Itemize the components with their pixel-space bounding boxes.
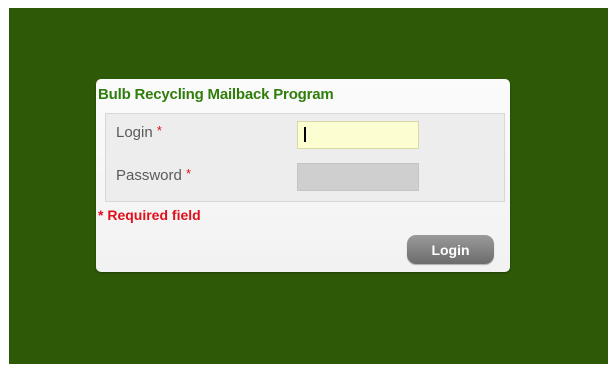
password-input[interactable] — [297, 163, 419, 191]
password-label-text: Password — [116, 167, 182, 184]
login-input[interactable] — [297, 121, 419, 149]
login-button[interactable]: Login — [407, 235, 494, 264]
login-card: Bulb Recycling Mailback Program Login * … — [96, 79, 510, 272]
page-background: Bulb Recycling Mailback Program Login * … — [9, 8, 608, 364]
login-fields-box: Login * Password * — [105, 113, 505, 202]
password-label: Password * — [116, 166, 191, 184]
required-field-note: * Required field — [98, 207, 201, 223]
login-required-marker: * — [156, 123, 162, 138]
password-required-marker: * — [186, 166, 192, 181]
login-label-text: Login — [116, 124, 153, 141]
login-label: Login * — [116, 123, 162, 141]
card-title: Bulb Recycling Mailback Program — [98, 86, 334, 103]
